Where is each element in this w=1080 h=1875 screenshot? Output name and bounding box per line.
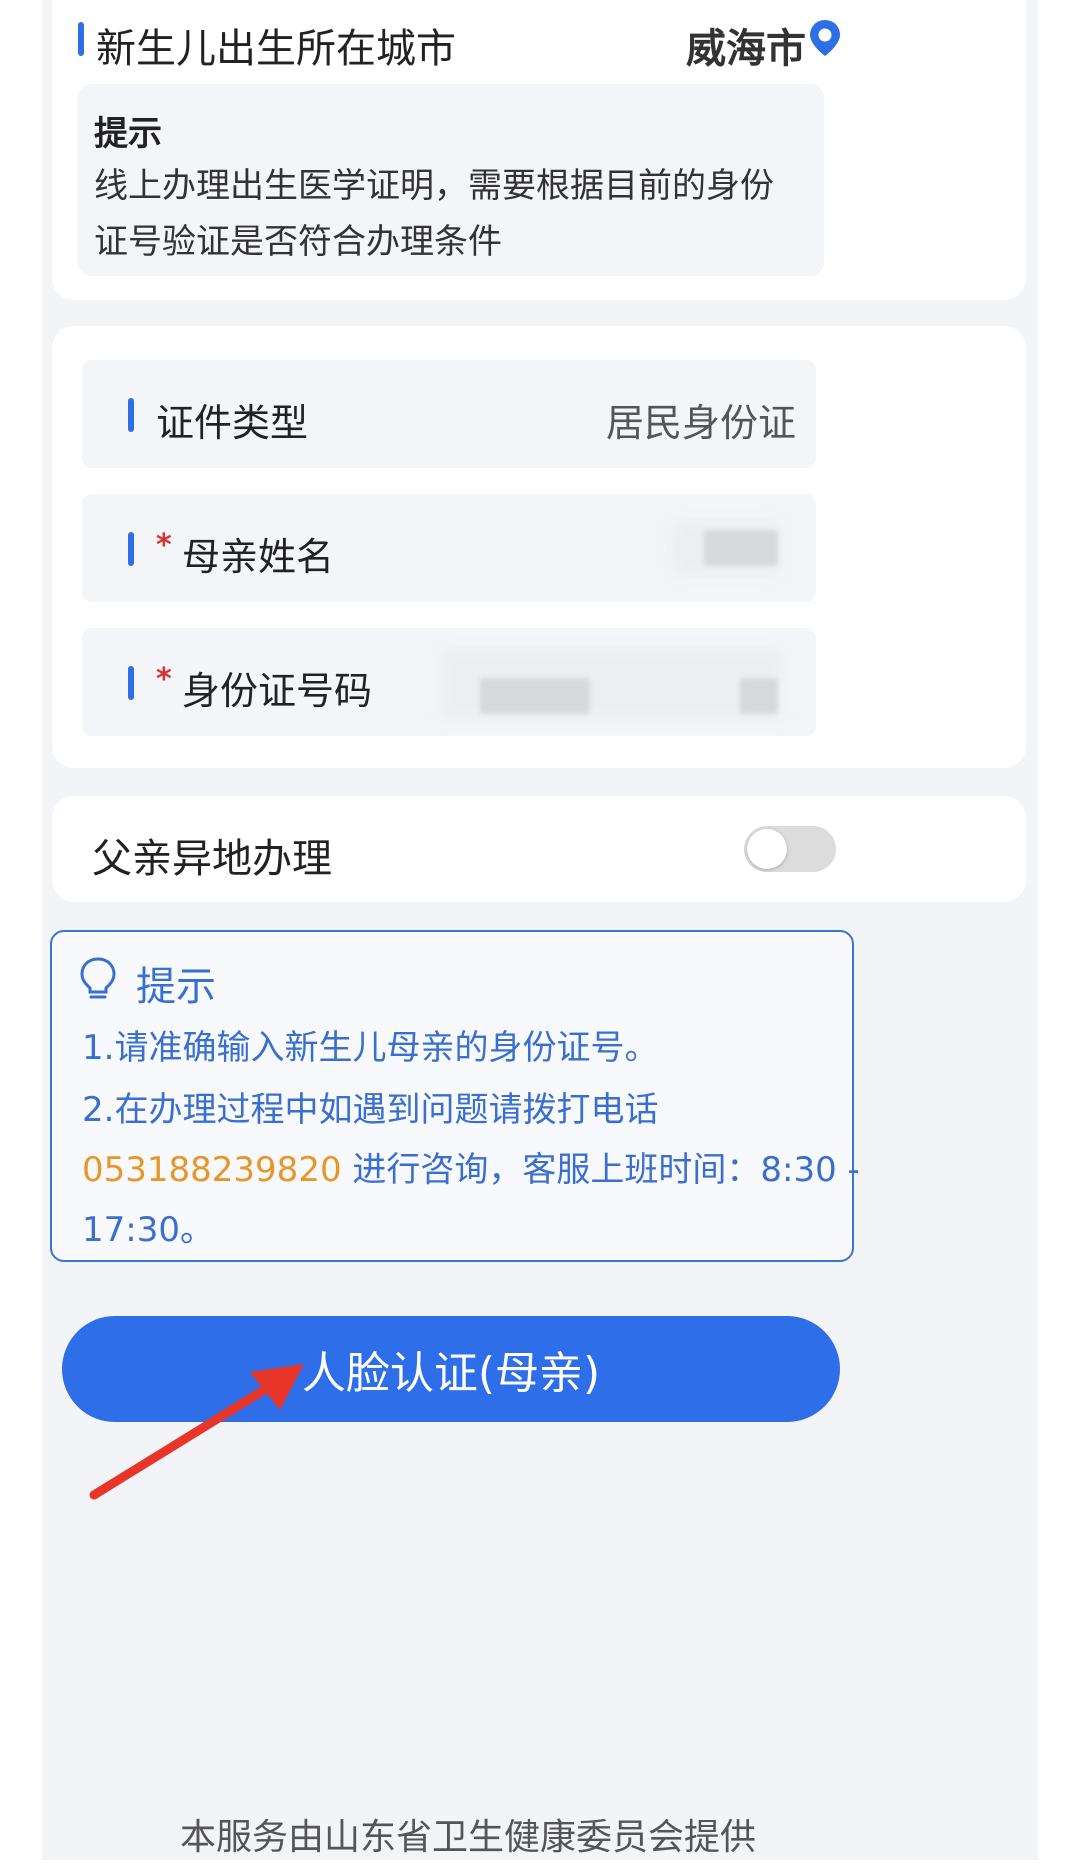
tips-line-3-text: 进行咨询，客服上班时间：8:30 - xyxy=(341,1150,860,1190)
father-remote-card: 父亲异地办理 xyxy=(52,796,1026,902)
field-accent-bar xyxy=(128,532,134,566)
footer-provider-text: 本服务由山东省卫生健康委员会提供 xyxy=(180,1817,757,1858)
field-accent-bar xyxy=(128,666,134,700)
birth-city-value[interactable]: 威海市 xyxy=(686,16,806,74)
id-number-redacted-box xyxy=(740,678,778,714)
id-type-label: 证件类型 xyxy=(156,401,309,445)
app-screen: 新生儿出生所在城市 威海市 提示 线上办理出生医学证明，需要根据目前的身份证号验… xyxy=(42,0,1038,1860)
annotation-arrow xyxy=(89,1364,304,1500)
id-type-row[interactable]: 证件类型 居民身份证 xyxy=(82,360,816,468)
id-number-redacted-box xyxy=(480,678,590,714)
notice-box: 提示 线上办理出生医学证明，需要根据目前的身份证号验证是否符合办理条件 xyxy=(78,84,824,276)
birth-city-label: 新生儿出生所在城市 xyxy=(96,26,456,72)
father-remote-toggle[interactable] xyxy=(744,826,836,872)
tips-title: 提示 xyxy=(136,964,216,1010)
mother-name-label: 母亲姓名 xyxy=(182,535,335,579)
birth-city-card: 新生儿出生所在城市 威海市 提示 线上办理出生医学证明，需要根据目前的身份证号验… xyxy=(52,0,1026,300)
id-type-value[interactable]: 居民身份证 xyxy=(606,392,796,447)
required-mark: * xyxy=(156,662,172,697)
tips-line-1: 1.请准确输入新生儿母亲的身份证号。 xyxy=(82,1028,659,1068)
service-phone-number[interactable]: 053188239820 xyxy=(82,1150,342,1190)
tips-line-3: 053188239820 进行咨询，客服上班时间：8:30 - xyxy=(82,1142,860,1191)
lightbulb-icon xyxy=(78,956,118,1006)
father-remote-label: 父亲异地办理 xyxy=(92,836,332,882)
tips-line-2: 2.在办理过程中如遇到问题请拨打电话 xyxy=(82,1090,659,1130)
required-mark: * xyxy=(156,528,172,563)
toggle-knob xyxy=(747,829,787,869)
notice-text: 线上办理出生医学证明，需要根据目前的身份证号验证是否符合办理条件 xyxy=(94,166,774,262)
mother-name-row[interactable]: * 母亲姓名 xyxy=(82,494,816,602)
id-number-row[interactable]: * 身份证号码 xyxy=(82,628,816,736)
tips-line-4: 17:30。 xyxy=(82,1210,214,1250)
section-accent-bar xyxy=(78,22,84,56)
tips-box: 提示 1.请准确输入新生儿母亲的身份证号。 2.在办理过程中如遇到问题请拨打电话… xyxy=(50,930,860,1262)
id-number-label: 身份证号码 xyxy=(182,669,373,713)
location-pin-icon[interactable] xyxy=(808,18,842,62)
form-card: 证件类型 居民身份证 * 母亲姓名 * 身份证号码 xyxy=(52,326,1026,768)
field-accent-bar xyxy=(128,398,134,432)
mother-name-redacted-box xyxy=(704,530,778,566)
notice-title: 提示 xyxy=(94,114,162,154)
